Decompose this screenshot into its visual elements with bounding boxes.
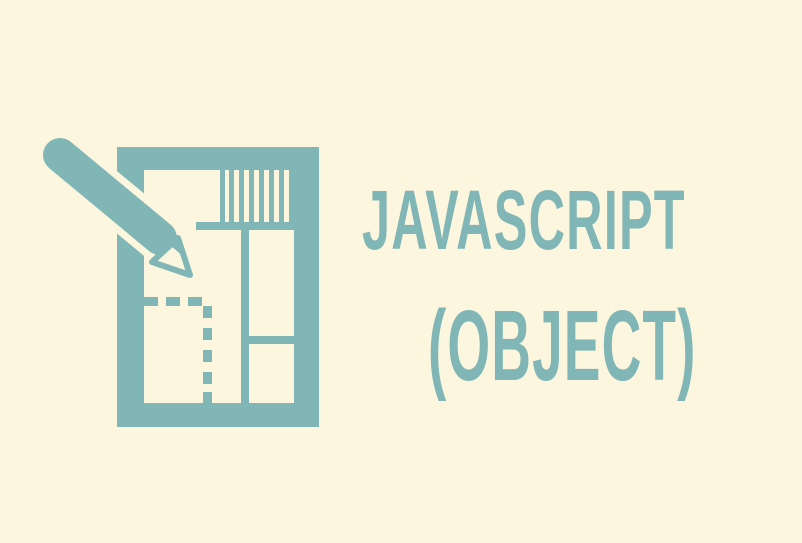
title-line-1: JAVASCRIPT	[362, 173, 686, 267]
banner: JAVASCRIPT (OBJECT)	[0, 0, 802, 543]
title-line-2: (OBJECT)	[428, 290, 697, 402]
floor-plan-pencil-icon	[36, 131, 319, 427]
